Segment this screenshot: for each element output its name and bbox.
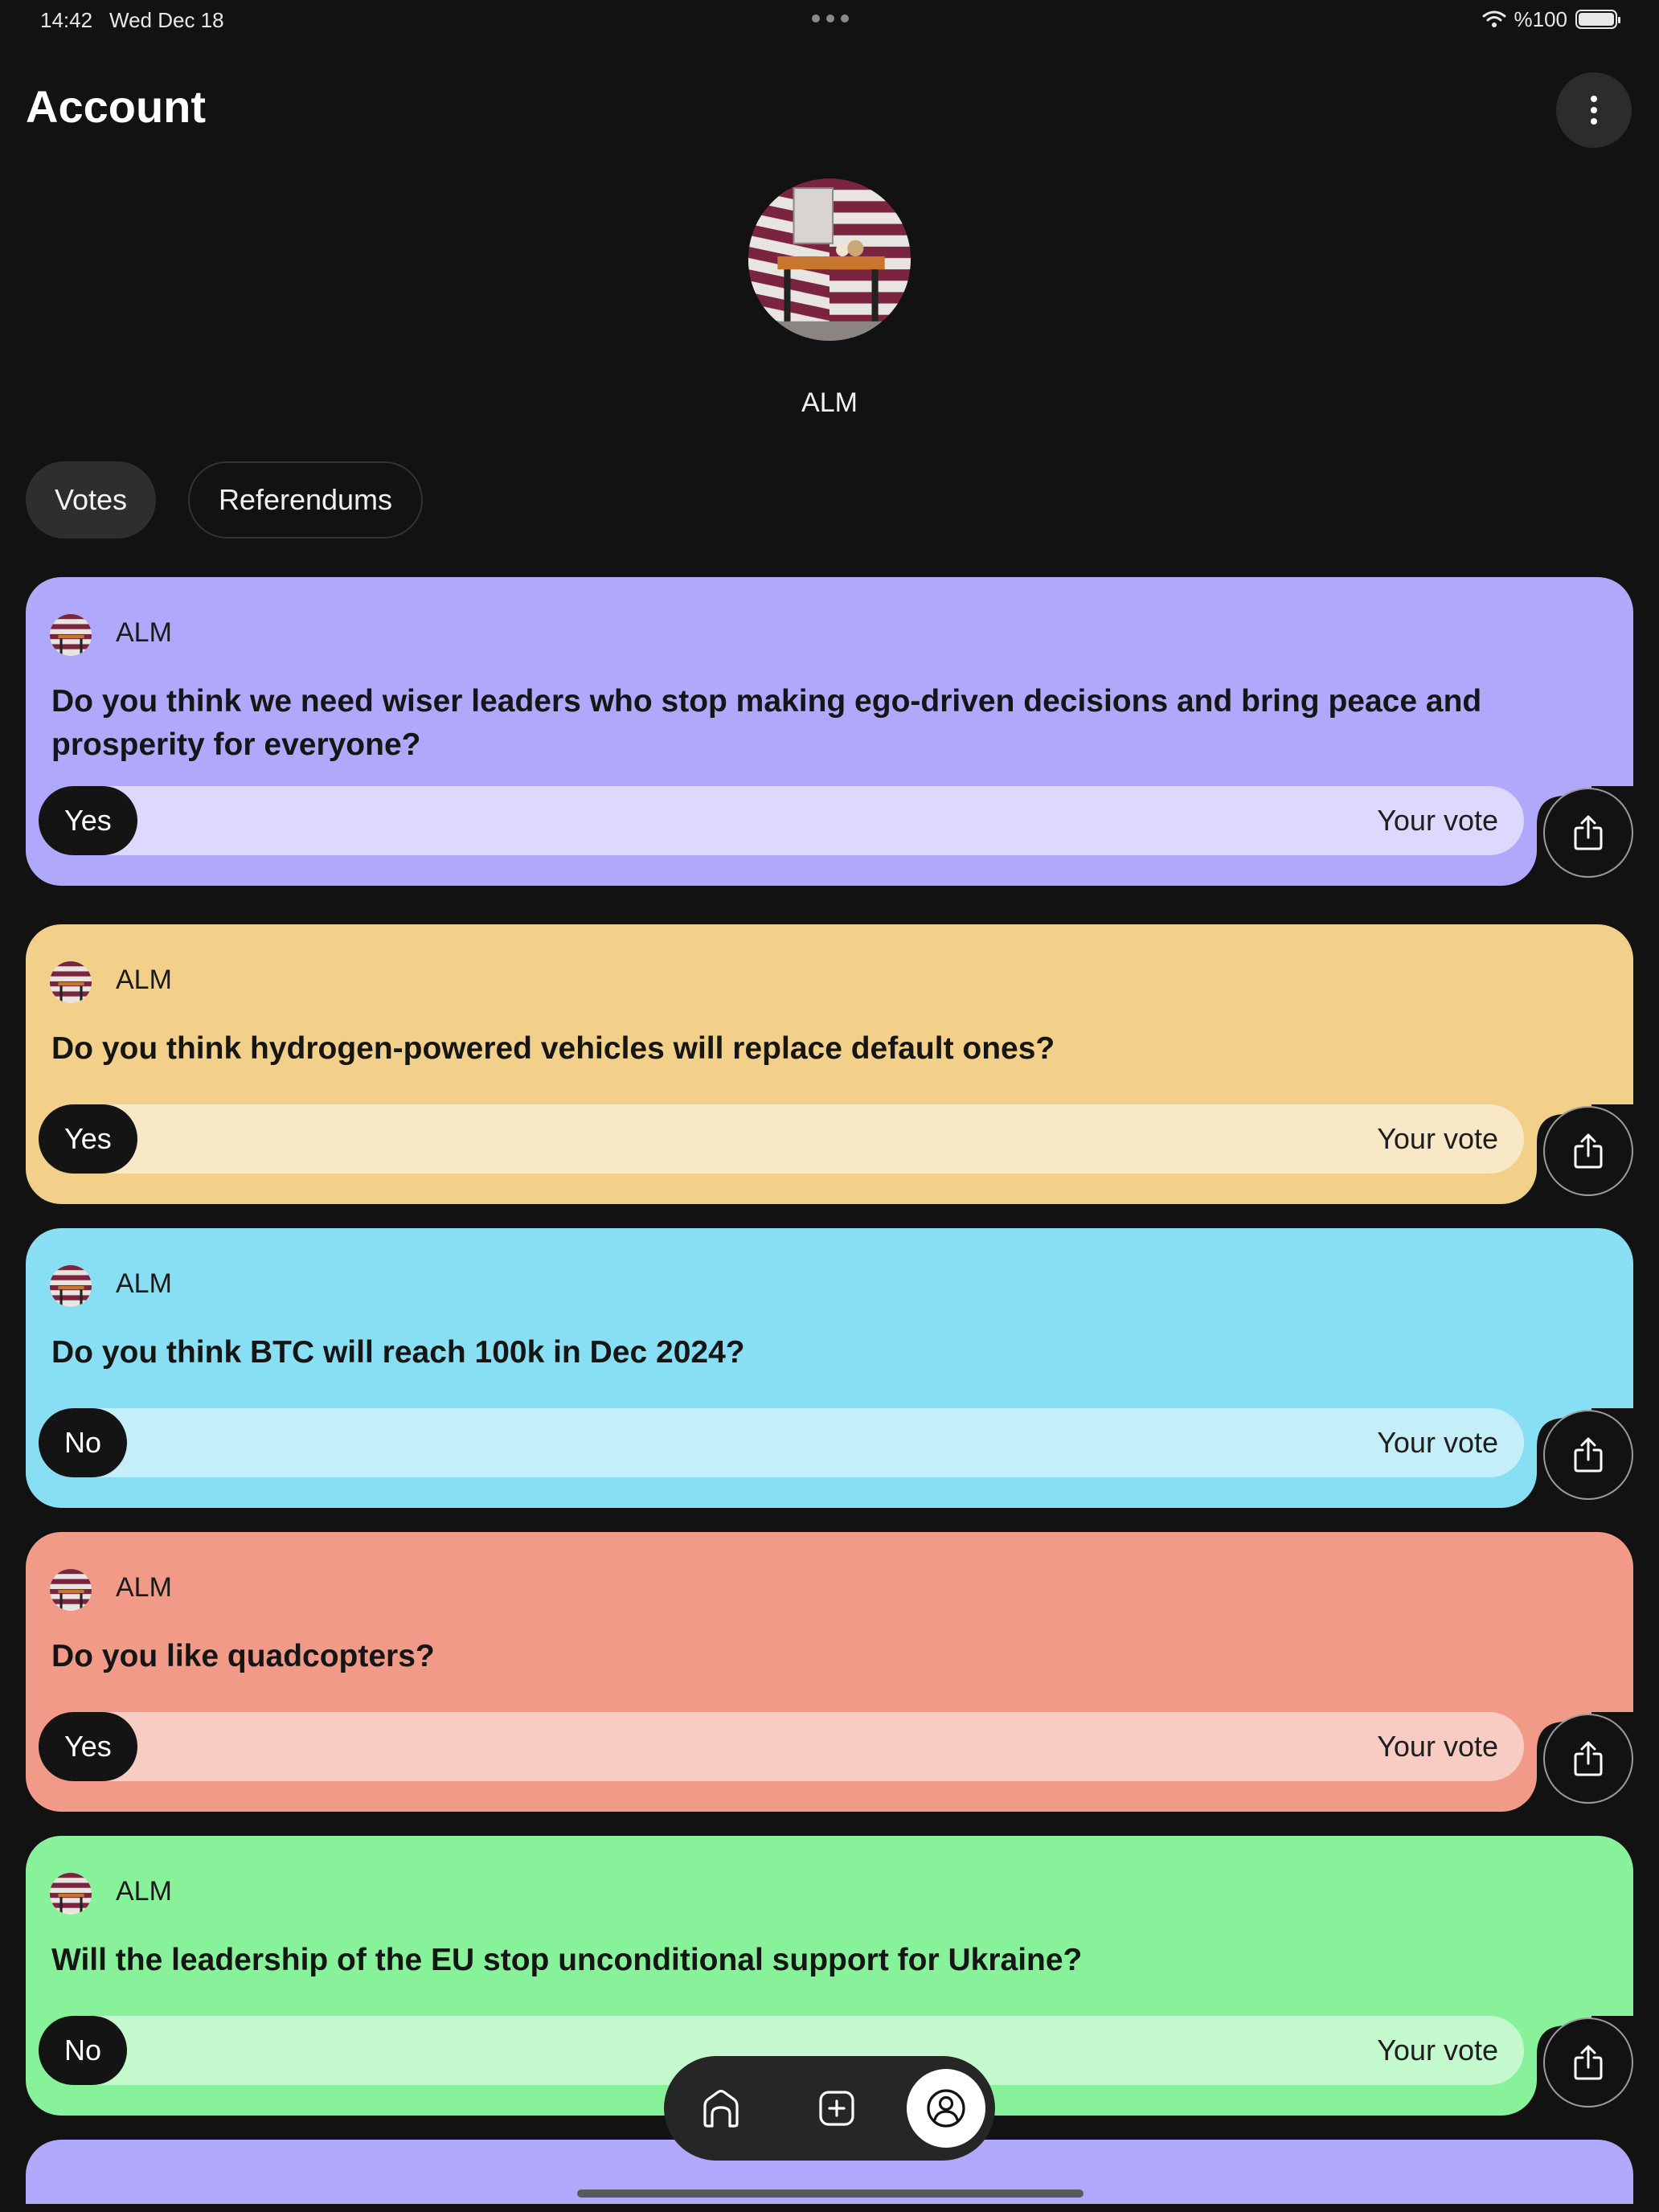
author-name: ALM [116, 1572, 172, 1603]
bottom-nav [664, 2056, 995, 2161]
answer-pill: Yes [39, 1104, 137, 1174]
home-indicator[interactable] [577, 2189, 1083, 2198]
share-button[interactable] [1543, 788, 1633, 878]
answer-pill: Yes [39, 1712, 137, 1781]
your-vote-label: Your vote [1377, 804, 1498, 837]
card-body: ALM Do you think we need wiser leaders w… [26, 577, 1633, 786]
card-body: ALM Do you like quadcopters? [26, 1532, 1633, 1712]
author-name: ALM [116, 1876, 172, 1907]
nav-home-button[interactable] [682, 2069, 760, 2148]
account-icon [927, 2089, 965, 2128]
more-options-button[interactable] [1556, 72, 1632, 148]
page-title: Account [26, 81, 206, 132]
question-text: Will the leadership of the EU stop uncon… [51, 1943, 1083, 1977]
question-text: Do you think BTC will reach 100k in Dec … [51, 1335, 745, 1370]
share-button[interactable] [1543, 1714, 1633, 1804]
author-avatar [50, 1569, 92, 1611]
vote-bar: No Your vote [39, 1408, 1524, 1477]
battery-percentage: %100 [1514, 6, 1568, 31]
share-icon [1574, 1133, 1603, 1169]
card-footer: Yes Your vote [26, 1712, 1537, 1812]
answer-pill: No [39, 2016, 128, 2085]
vote-bar: Yes Your vote [39, 1712, 1524, 1781]
status-indicators: %100 [1482, 6, 1620, 32]
author-name: ALM [116, 617, 172, 648]
author-avatar [50, 1873, 92, 1915]
vote-bar: Yes Your vote [39, 786, 1524, 855]
card-body: ALM Will the leadership of the EU stop u… [26, 1836, 1633, 2016]
tab-votes[interactable]: Votes [26, 461, 156, 539]
author-avatar [50, 961, 92, 1003]
profile-username: ALM [801, 387, 858, 418]
share-button[interactable] [1543, 2017, 1633, 2108]
question-text: Do you like quadcopters? [51, 1639, 435, 1673]
status-date: Wed Dec 18 [109, 8, 224, 32]
share-button[interactable] [1543, 1410, 1633, 1500]
card-footer: No Your vote [26, 1408, 1537, 1508]
add-square-icon [819, 2091, 854, 2126]
answer-pill: No [39, 1408, 128, 1477]
more-vertical-icon [1591, 96, 1597, 125]
status-bar: 14:42 Wed Dec 18 %100 [0, 0, 1659, 39]
tab-referendums[interactable]: Referendums [188, 461, 423, 539]
multitasking-dots-icon[interactable] [812, 14, 849, 23]
your-vote-label: Your vote [1377, 1426, 1498, 1459]
profile-avatar[interactable] [748, 178, 911, 341]
share-icon [1574, 2045, 1603, 2080]
author-avatar [50, 614, 92, 656]
your-vote-label: Your vote [1377, 1730, 1498, 1763]
card-footer: Yes Your vote [26, 786, 1537, 886]
share-icon [1574, 1437, 1603, 1473]
your-vote-label: Your vote [1377, 2034, 1498, 2067]
author-avatar [50, 1265, 92, 1307]
vote-bar: Yes Your vote [39, 1104, 1524, 1174]
question-text: Do you think we need wiser leaders who s… [51, 684, 1482, 762]
share-icon [1574, 1741, 1603, 1776]
answer-pill: Yes [39, 786, 137, 855]
nav-account-button[interactable] [907, 2069, 985, 2148]
question-text: Do you think hydrogen-powered vehicles w… [51, 1031, 1055, 1066]
card-footer: Yes Your vote [26, 1104, 1537, 1204]
card-body: ALM Do you think hydrogen-powered vehicl… [26, 924, 1633, 1104]
battery-icon [1575, 10, 1620, 29]
your-vote-label: Your vote [1377, 1122, 1498, 1155]
share-button[interactable] [1543, 1106, 1633, 1196]
status-time: 14:42 [40, 8, 93, 32]
nav-create-button[interactable] [797, 2069, 876, 2148]
wifi-icon [1482, 10, 1505, 27]
author-name: ALM [116, 1268, 172, 1299]
home-icon [703, 2089, 739, 2128]
card-body: ALM Do you think BTC will reach 100k in … [26, 1228, 1633, 1408]
author-name: ALM [116, 965, 172, 995]
share-icon [1574, 815, 1603, 850]
